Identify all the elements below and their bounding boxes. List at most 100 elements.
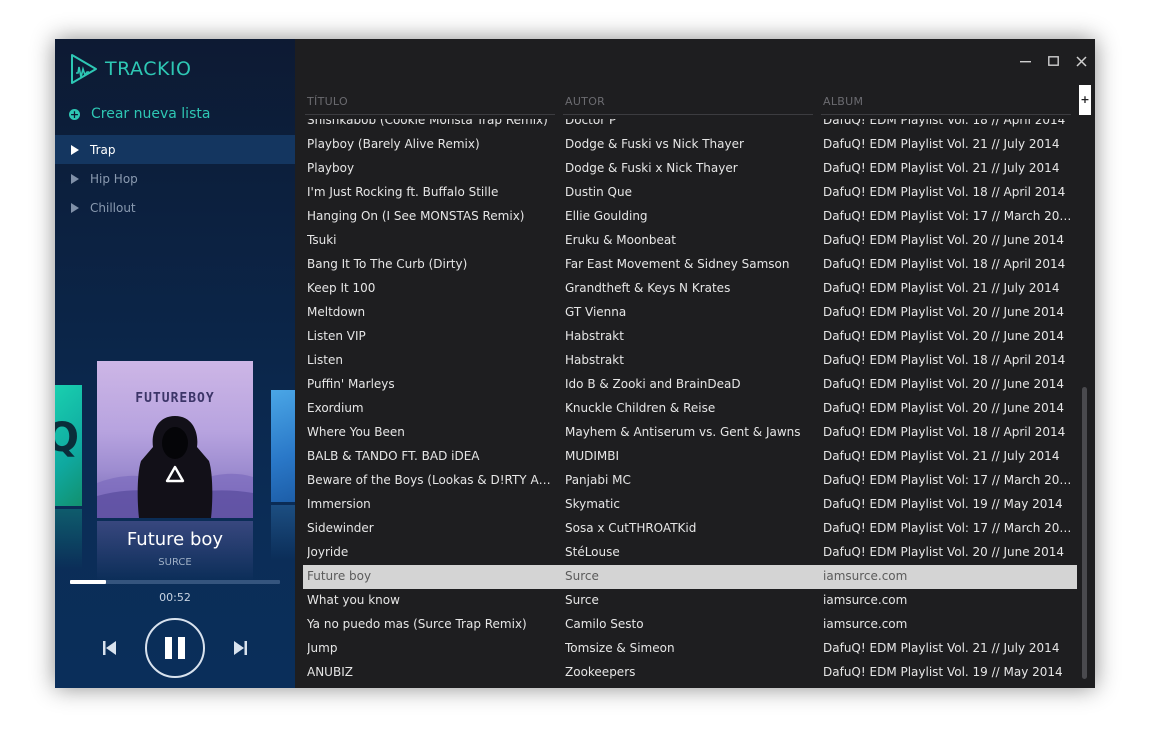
track-album: DafuQ! EDM Playlist Vol. 21 // July 2014 xyxy=(823,281,1060,295)
sidebar-item-hip-hop[interactable]: Hip Hop xyxy=(55,164,295,193)
table-row[interactable]: Where You Been Mayhem & Antiserum vs. Gen… xyxy=(303,421,1077,445)
table-row[interactable]: Sidewinder Sosa x CutTHROATKid DafuQ! EDM … xyxy=(303,517,1077,541)
table-row[interactable]: Future boy Surce iamsurce.com xyxy=(303,565,1077,589)
track-title: Shishkabob (Cookie Monsta Trap Remix) xyxy=(307,119,548,127)
track-title: Jump xyxy=(307,641,338,655)
sidebar-item-chillout[interactable]: Chillout xyxy=(55,193,295,222)
table-row[interactable]: Tsuki Eruku & Moonbeat DafuQ! EDM Playlist… xyxy=(303,229,1077,253)
track-title: I'm Just Rocking ft. Buffalo Stille xyxy=(307,185,499,199)
table-row[interactable]: Jump Tomsize & Simeon DafuQ! EDM Playlist … xyxy=(303,637,1077,661)
track-author: Doctor P xyxy=(565,119,617,127)
track-album: iamsurce.com xyxy=(823,569,908,583)
sidebar-item-trap[interactable]: Trap xyxy=(55,135,295,164)
track-album: DafuQ! EDM Playlist Vol: 17 // March 201… xyxy=(823,521,1073,535)
playback-controls xyxy=(55,617,295,679)
track-title: Puffin' Marleys xyxy=(307,377,395,391)
album-cover: FUTUREBOY xyxy=(97,361,253,518)
play-triangle-icon xyxy=(71,173,79,184)
column-header-title[interactable]: TÍTULO xyxy=(307,95,348,108)
track-album: DafuQ! EDM Playlist Vol. 20 // June 2014 xyxy=(823,401,1065,415)
table-row[interactable]: Meltdown GT Vienna DafuQ! EDM Playlist Vol… xyxy=(303,301,1077,325)
progress-bar[interactable] xyxy=(70,580,280,584)
app-window: TRACKIO + Crear nueva lista Trap Hip Hop C… xyxy=(55,39,1095,688)
track-album: DafuQ! EDM Playlist Vol. 20 // June 2014 xyxy=(823,377,1065,391)
track-author: Camilo Sesto xyxy=(565,617,644,631)
table-row[interactable]: Playboy (Barely Alive Remix) Dodge & Fusk… xyxy=(303,133,1077,157)
next-track-button[interactable] xyxy=(231,639,249,657)
table-row[interactable]: Shishkabob (Cookie Monsta Trap Remix) Doc… xyxy=(303,119,1077,133)
maximize-button[interactable] xyxy=(1039,49,1067,73)
track-title: Playboy xyxy=(307,161,355,175)
minimize-button[interactable] xyxy=(1011,49,1039,73)
track-album: DafuQ! EDM Playlist Vol. 18 // April 201… xyxy=(823,185,1066,199)
track-title: BALB & TANDO FT. BAD iDEA xyxy=(307,449,480,463)
previous-album-cover[interactable]: Q! xyxy=(55,385,82,506)
track-author: Ido B & Zooki and BrainDeaD xyxy=(565,377,741,391)
table-row[interactable]: BALB & TANDO FT. BAD iDEA MUDIMBI DafuQ! E… xyxy=(303,445,1077,469)
new-list-button[interactable]: + Crear nueva lista xyxy=(69,106,210,122)
track-album: DafuQ! EDM Playlist Vol. 19 // May 2014 xyxy=(823,497,1063,511)
track-author: Habstrakt xyxy=(565,353,624,367)
table-row[interactable]: Playboy Dodge & Fuski x Nick Thayer DafuQ!… xyxy=(303,157,1077,181)
table-row[interactable]: Ya no puedo mas (Surce Trap Remix) Camilo… xyxy=(303,613,1077,637)
sidebar: TRACKIO + Crear nueva lista Trap Hip Hop C… xyxy=(55,39,295,688)
skip-next-icon xyxy=(234,641,247,655)
track-album: DafuQ! EDM Playlist Vol. 18 // April 201… xyxy=(823,119,1066,127)
table-row[interactable]: ANUBIZ Zookeepers DafuQ! EDM Playlist Vol.… xyxy=(303,661,1077,685)
track-album: DafuQ! EDM Playlist Vol. 20 // June 2014 xyxy=(823,305,1065,319)
track-album: DafuQ! EDM Playlist Vol. 21 // July 2014 xyxy=(823,137,1060,151)
track-author: Far East Movement & Sidney Samson xyxy=(565,257,790,271)
scrollbar[interactable] xyxy=(1078,125,1092,688)
next-album-cover[interactable] xyxy=(271,390,295,502)
track-album: DafuQ! EDM Playlist Vol: 17 // March 201… xyxy=(823,473,1073,487)
sidebar-item-label: Chillout xyxy=(90,200,136,215)
header-divider xyxy=(821,114,1071,115)
previous-track-button[interactable] xyxy=(101,639,119,657)
table-row[interactable]: Joyride StéLouse DafuQ! EDM Playlist Vol. … xyxy=(303,541,1077,565)
track-author: Knuckle Children & Reise xyxy=(565,401,716,415)
track-author: Habstrakt xyxy=(565,329,624,343)
track-album: DafuQ! EDM Playlist Vol. 18 // April 201… xyxy=(823,425,1066,439)
track-title: Joyride xyxy=(307,545,349,559)
pause-button[interactable] xyxy=(145,618,205,678)
play-triangle-icon xyxy=(71,202,79,213)
scrollbar-thumb[interactable] xyxy=(1082,387,1087,679)
app-name: TRACKIO xyxy=(105,58,192,80)
logo: TRACKIO xyxy=(69,52,192,86)
add-column-button[interactable]: + xyxy=(1079,85,1091,115)
track-title: ANUBIZ xyxy=(307,665,353,679)
plus-icon: + xyxy=(1080,93,1090,106)
plus-circle-icon: + xyxy=(69,107,80,121)
table-row[interactable]: Keep It 100 Grandtheft & Keys N Krates Daf… xyxy=(303,277,1077,301)
table-row[interactable]: I'm Just Rocking ft. Buffalo Stille Dusti… xyxy=(303,181,1077,205)
track-album: DafuQ! EDM Playlist Vol. 21 // July 2014 xyxy=(823,641,1060,655)
playlist-list: Trap Hip Hop Chillout xyxy=(55,135,295,222)
table-row[interactable]: Immersion Skymatic DafuQ! EDM Playlist Vol… xyxy=(303,493,1077,517)
track-album: DafuQ! EDM Playlist Vol. 20 // June 2014 xyxy=(823,233,1065,247)
column-header-album[interactable]: ALBUM xyxy=(823,95,863,108)
elapsed-time: 00:52 xyxy=(159,591,191,604)
sidebar-item-label: Trap xyxy=(90,142,116,157)
track-author: Dodge & Fuski vs Nick Thayer xyxy=(565,137,744,151)
table-row[interactable]: What you know Surce iamsurce.com xyxy=(303,589,1077,613)
table-row[interactable]: Listen Habstrakt DafuQ! EDM Playlist Vol. … xyxy=(303,349,1077,373)
track-title: Listen VIP xyxy=(307,329,366,343)
sidebar-item-label: Hip Hop xyxy=(90,171,138,186)
close-button[interactable] xyxy=(1067,49,1095,73)
track-album: DafuQ! EDM Playlist Vol. 20 // June 2014 xyxy=(823,329,1065,343)
table-row[interactable]: Listen VIP Habstrakt DafuQ! EDM Playlist V… xyxy=(303,325,1077,349)
table-row[interactable]: Exordium Knuckle Children & Reise DafuQ! E… xyxy=(303,397,1077,421)
table-row[interactable]: Bang It To The Curb (Dirty) Far East Move… xyxy=(303,253,1077,277)
track-title: Where You Been xyxy=(307,425,405,439)
track-author: Ellie Goulding xyxy=(565,209,648,223)
table-row[interactable]: Beware of the Boys (Lookas & D!RTY AUD!O… xyxy=(303,469,1077,493)
play-waveform-icon xyxy=(71,54,97,84)
previous-cover-text: Q! xyxy=(55,415,82,461)
table-row[interactable]: Hanging On (I See MONSTAS Remix) Ellie Go… xyxy=(303,205,1077,229)
track-author: StéLouse xyxy=(565,545,620,559)
table-row[interactable]: Puffin' Marleys Ido B & Zooki and BrainDe… xyxy=(303,373,1077,397)
track-title: Tsuki xyxy=(307,233,337,247)
column-header-author[interactable]: AUTOR xyxy=(565,95,605,108)
track-title: Listen xyxy=(307,353,343,367)
now-playing-artist: SURCE xyxy=(158,557,192,568)
